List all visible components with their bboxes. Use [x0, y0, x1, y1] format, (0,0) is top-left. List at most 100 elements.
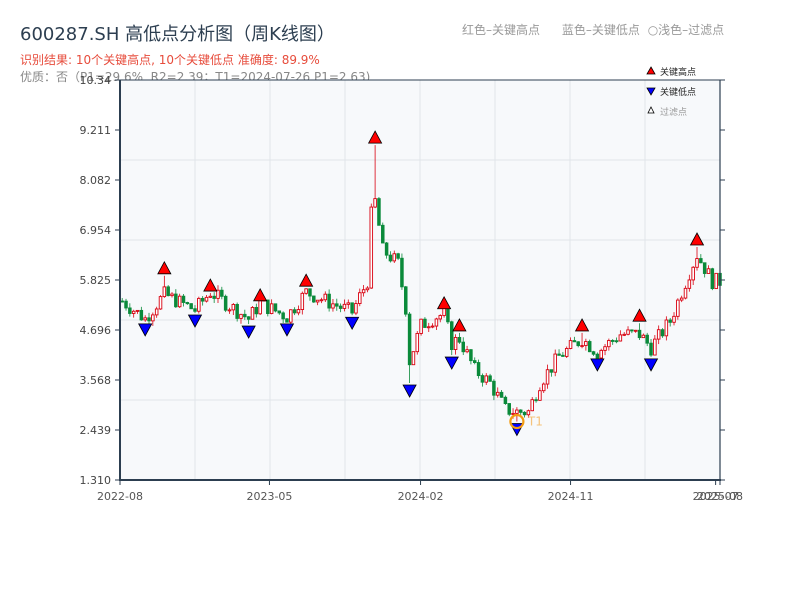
candle-body: [208, 295, 213, 298]
candle-body: [227, 309, 232, 312]
candle-body: [354, 303, 358, 314]
candle-body: [124, 300, 128, 309]
candle-body: [331, 303, 335, 309]
y-tick-label: 8.082: [80, 174, 112, 187]
legend-high-label: 关键高点: [660, 66, 696, 78]
candle-body: [656, 329, 661, 340]
x-tick-label: 2024-11: [548, 490, 594, 503]
candle-body: [231, 304, 236, 311]
candle-body: [522, 411, 527, 416]
candle-body: [484, 375, 488, 383]
candle-body: [599, 349, 603, 359]
candle-body: [381, 224, 385, 244]
candle-body: [193, 308, 197, 312]
candle-body: [515, 409, 519, 414]
candle-body: [377, 198, 381, 226]
y-tick-label: 1.310: [80, 474, 112, 487]
x-tick-label: 2023-05: [246, 490, 292, 503]
candle-body: [461, 341, 465, 353]
candle-body: [235, 304, 239, 319]
candle-body: [277, 310, 282, 314]
candle-body: [415, 333, 420, 353]
candle-body: [269, 303, 274, 314]
y-tick-label: 4.696: [80, 324, 112, 337]
candle-body: [128, 307, 132, 314]
candle-body: [400, 257, 404, 288]
y-tick-label: 5.825: [80, 274, 112, 287]
candle-body: [453, 336, 458, 350]
candle-body: [335, 303, 339, 307]
candle-body: [649, 342, 653, 356]
y-tick-label: 10.34: [80, 74, 112, 87]
candle-body: [530, 399, 534, 412]
candle-body: [541, 383, 546, 392]
candle-body: [273, 303, 278, 312]
candle-body: [296, 309, 301, 314]
x-tick-label: 2024-02: [398, 490, 444, 503]
candle-body: [641, 334, 646, 339]
candle-body: [549, 369, 554, 373]
candle-body: [407, 313, 412, 366]
candle-body: [308, 288, 312, 297]
candle-body: [243, 313, 247, 318]
candle-body: [396, 253, 400, 259]
candle-body: [346, 302, 351, 305]
candle-body: [672, 315, 676, 323]
candle-body: [480, 375, 485, 383]
y-tick-label: 3.568: [80, 374, 112, 387]
candle-body: [472, 360, 477, 363]
candle-body: [645, 334, 649, 344]
candle-body: [258, 300, 262, 315]
candle-body: [499, 391, 504, 398]
candle-body: [220, 289, 224, 297]
candle-body: [358, 292, 362, 304]
candle-body: [595, 353, 600, 359]
candle-body: [143, 317, 147, 321]
candle-body: [327, 293, 331, 309]
candle-body: [266, 299, 270, 314]
candle-body: [147, 317, 151, 322]
candle-body: [580, 345, 584, 348]
candle-body: [189, 303, 193, 310]
legend-low-label: 关键低点: [660, 86, 696, 98]
candle-body: [315, 299, 320, 303]
candle-body: [285, 318, 289, 323]
candle-body: [166, 286, 170, 297]
candle-body: [223, 295, 228, 311]
candle-body: [679, 297, 684, 301]
candle-body: [584, 341, 588, 347]
candle-body: [469, 349, 473, 362]
candle-body: [185, 302, 190, 305]
candle-body: [197, 297, 201, 312]
candle-body: [476, 362, 481, 377]
candle-body: [630, 329, 634, 332]
candle-body: [292, 309, 297, 314]
candle-body: [404, 286, 408, 315]
candle-body: [488, 375, 492, 382]
candle-body: [177, 295, 182, 308]
candle-body: [610, 340, 615, 342]
candle-body: [695, 258, 699, 268]
candle-body: [250, 306, 255, 320]
candle-body: [369, 206, 374, 289]
candle-body: [507, 403, 511, 415]
candle-body: [637, 329, 642, 339]
candle-body: [446, 307, 450, 323]
candle-body: [319, 299, 324, 302]
candle-body: [373, 198, 377, 208]
candle-body: [174, 293, 178, 308]
candle-body: [568, 340, 573, 349]
candle-body: [158, 296, 163, 310]
candle-body: [492, 380, 496, 396]
candle-body: [170, 293, 174, 297]
candle-body: [457, 336, 462, 343]
candle-body: [312, 295, 316, 303]
candle-body: [576, 341, 580, 347]
candle-body: [587, 341, 592, 353]
candle-body: [200, 297, 205, 302]
x-tick-label: 2025-08: [697, 490, 743, 503]
candle-body: [419, 318, 423, 334]
candle-body: [710, 268, 715, 290]
candle-body: [442, 307, 446, 317]
candle-body: [300, 292, 305, 310]
